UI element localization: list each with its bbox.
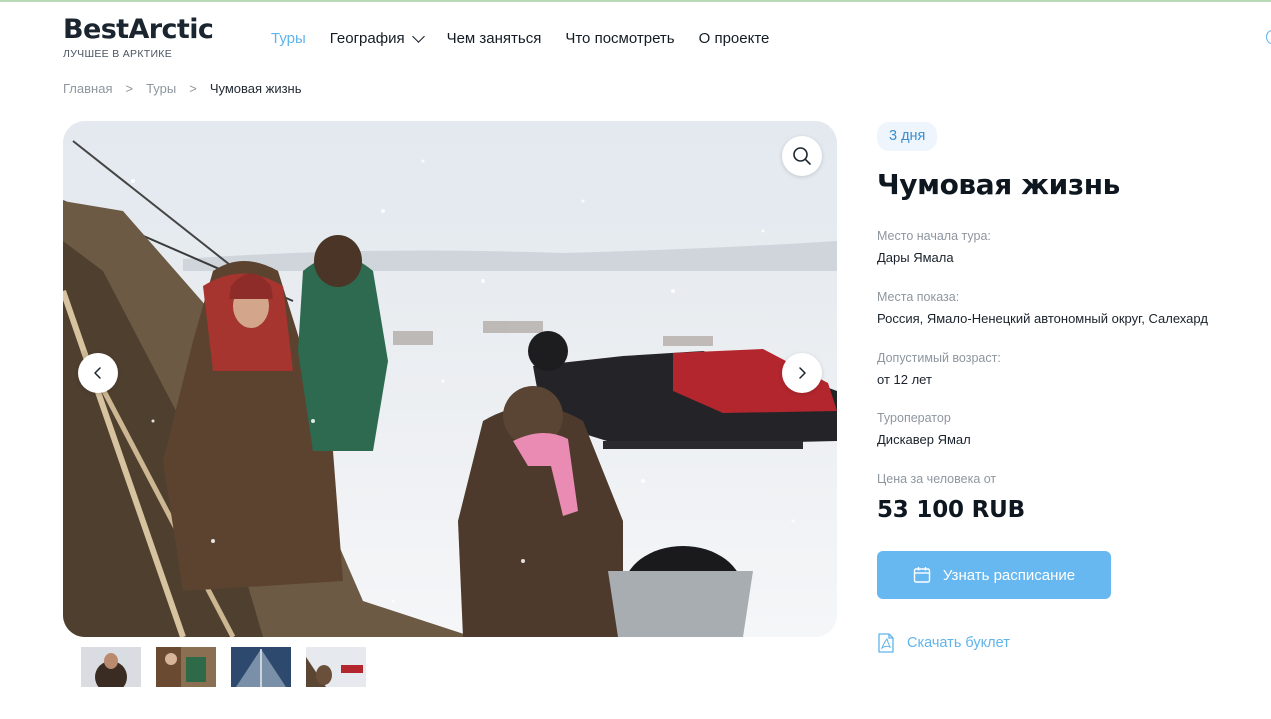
nav-item-tours[interactable]: Туры xyxy=(271,29,306,49)
field-value: от 12 лет xyxy=(877,372,932,387)
field-label: Туроператор xyxy=(877,411,951,425)
tour-price: 53 100 RUB xyxy=(877,497,1025,523)
gallery-thumbnail[interactable] xyxy=(156,647,216,687)
nav-item-sights[interactable]: Что посмотреть xyxy=(565,29,674,49)
breadcrumb-separator: > xyxy=(125,81,134,96)
tour-operator: Туроператор Дискавер Ямал xyxy=(877,410,971,448)
price-per-person: Цена за человека от xyxy=(877,471,996,487)
gallery-prev-button[interactable] xyxy=(78,353,118,393)
gallery-thumbnail[interactable] xyxy=(306,647,366,687)
chevron-down-icon xyxy=(411,30,425,43)
gallery-thumbnail[interactable] xyxy=(81,647,141,687)
zoom-button[interactable] xyxy=(782,136,822,176)
schedule-button[interactable]: Узнать расписание xyxy=(877,551,1111,599)
logo-tagline: ЛУЧШЕЕ В АРКТИКЕ xyxy=(63,48,173,60)
tour-locations: Места показа: Россия, Ямало-Ненецкий авт… xyxy=(877,289,1208,327)
field-label: Место начала тура: xyxy=(877,229,991,243)
tour-title: Чумовая жизнь xyxy=(877,168,1120,201)
nav-item-label: Что посмотреть xyxy=(565,30,675,47)
gallery-thumbnail[interactable] xyxy=(231,647,291,687)
gallery-next-button[interactable] xyxy=(782,353,822,393)
field-label: Цена за человека от xyxy=(877,472,997,486)
breadcrumb-current: Чумовая жизнь xyxy=(209,81,302,96)
breadcrumb-separator: > xyxy=(189,81,197,96)
download-booklet-link[interactable]: Скачать буклет xyxy=(877,633,1010,653)
breadcrumb: Главная > Туры > Чумовая жизнь xyxy=(63,81,302,97)
nav-item-label: О проекте xyxy=(698,30,770,47)
tour-start-place: Место начала тура: Дары Ямала xyxy=(877,228,991,266)
field-label: Места показа: xyxy=(877,290,960,304)
header-search-icon[interactable] xyxy=(1266,30,1271,44)
nav-item-label: Чем заняться xyxy=(446,30,542,47)
gallery-thumbnails xyxy=(81,647,381,687)
logo[interactable]: BestArctic ЛУЧШЕЕ В АРКТИКЕ xyxy=(63,14,214,60)
search-icon xyxy=(793,147,811,165)
nav-item-label: География xyxy=(329,30,405,47)
nav-item-label: Туры xyxy=(271,30,306,47)
logo-title: BestArctic xyxy=(63,14,214,45)
main-nav: Туры География Чем заняться Что посмотре… xyxy=(271,29,793,49)
schedule-button-label: Узнать расписание xyxy=(942,566,1076,584)
tour-age-limit: Допустимый возраст: от 12 лет xyxy=(877,350,1001,388)
download-booklet-label: Скачать буклет xyxy=(907,635,1010,651)
tour-main-photo xyxy=(63,121,837,637)
breadcrumb-link-home[interactable]: Главная xyxy=(63,81,112,97)
duration-badge: 3 дня xyxy=(877,122,938,151)
nav-item-about[interactable]: О проекте xyxy=(699,29,770,49)
nav-item-activities[interactable]: Чем заняться xyxy=(447,29,542,49)
field-value: Дары Ямала xyxy=(877,250,954,265)
breadcrumb-link-tours[interactable]: Туры xyxy=(146,81,176,97)
chevron-right-icon xyxy=(799,367,806,379)
field-value: Дискавер Ямал xyxy=(877,432,971,447)
top-accent-line xyxy=(0,0,1271,2)
chevron-left-icon xyxy=(94,367,101,379)
field-value: Россия, Ямало-Ненецкий автономный округ,… xyxy=(877,311,1208,326)
calendar-icon xyxy=(913,567,931,583)
photo-gallery xyxy=(63,121,837,637)
pdf-file-icon xyxy=(878,633,894,653)
nav-item-geography[interactable]: География xyxy=(329,29,425,49)
field-label: Допустимый возраст: xyxy=(877,351,1001,365)
